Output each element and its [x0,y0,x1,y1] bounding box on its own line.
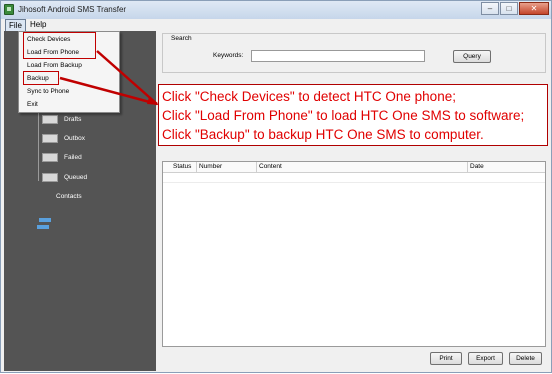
instruction-callout: Click "Check Devices" to detect HTC One … [158,84,548,146]
annotation-arrows [59,50,159,106]
callout-line: Click "Backup" to backup HTC One SMS to … [162,127,484,142]
callout-line: Click "Check Devices" to detect HTC One … [162,89,456,104]
callout-line: Click "Load From Phone" to load HTC One … [162,108,525,123]
app-window: Jihosoft Android SMS Transfer – □ ✕ File… [0,0,552,373]
